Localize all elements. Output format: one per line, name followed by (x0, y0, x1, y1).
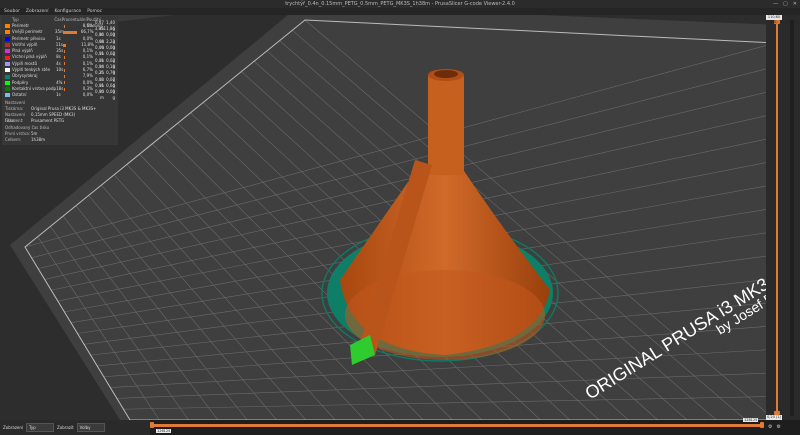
legend-item-bar (63, 68, 82, 72)
cog-icon[interactable]: ⚙ (776, 424, 780, 430)
legend-item-time: 1s (56, 92, 61, 98)
window-title: trychtýř_0.4n_0.15mm_PETG_0.5mm_PETG_MK3… (285, 1, 515, 7)
legend-item-bar (63, 81, 82, 85)
estimated-time-info: První vrstva: 5m Celkem: 1h38m (5, 131, 115, 143)
legend-swatch (5, 93, 10, 98)
menu-bar: Soubor Zobrazení Konfigurace Pomoc (0, 8, 800, 15)
legend-row[interactable]: Ostatní 1s 0,0% 0,00 m 0,00 g (5, 89, 115, 100)
window-controls: — ▢ ✕ (773, 0, 797, 8)
layer-slider-panel (766, 15, 800, 420)
view-type-label: Zobrazení (3, 425, 24, 430)
info-value: Prusament PETG (31, 117, 65, 123)
vertical-scrollbar[interactable] (790, 20, 794, 416)
menu-configuration[interactable]: Konfigurace (54, 8, 81, 15)
show-options-label: Zobrazit (57, 425, 74, 430)
maximize-icon[interactable]: ▢ (783, 0, 788, 8)
moves-slider-left-thumb[interactable] (150, 422, 154, 428)
legend-item-bar (63, 56, 82, 60)
legend-item-bar (62, 43, 81, 47)
legend-swatch (5, 43, 10, 48)
legend-item-grams: 0,00 g (106, 89, 115, 101)
close-icon[interactable]: ✕ (793, 0, 797, 8)
info-value: 1h38m (31, 136, 46, 142)
legend-item-bar (63, 49, 82, 53)
legend-swatch (5, 36, 10, 41)
menu-file[interactable]: Soubor (4, 8, 20, 15)
view-type-select[interactable]: Typ (26, 423, 55, 432)
legend-swatch (5, 61, 10, 66)
minimize-icon[interactable]: — (773, 0, 778, 8)
moves-slider-track[interactable] (152, 424, 764, 427)
funnel-spout (428, 75, 464, 175)
legend-swatch (5, 24, 10, 29)
legend-item-bar (63, 75, 82, 79)
moves-slider-min: 126125 (156, 429, 172, 433)
legend-item-bar (63, 87, 82, 91)
slider-icons: ⚙ ⚙ (768, 424, 781, 430)
legend-swatch (5, 55, 10, 60)
layer-bottom-value: 0,20 (1) (766, 415, 782, 420)
window-titlebar: trychtýř_0.4n_0.15mm_PETG_0.5mm_PETG_MK3… (0, 0, 800, 8)
legend-rows: Perimetr 8,6% 0,47 m 1,40 g Vnější perimetr 3… (5, 20, 115, 100)
legend-item-bar (64, 94, 82, 97)
legend-item-meters: 0,00 m (95, 89, 104, 101)
legend-swatch (5, 74, 10, 79)
info-row: Celkem: 1h38m (5, 137, 115, 143)
legend-item-name: Ostatní (12, 92, 27, 98)
menu-view[interactable]: Zobrazení (26, 8, 49, 15)
legend-swatch (5, 30, 10, 35)
legend-swatch (5, 68, 10, 73)
legend-swatch (5, 49, 10, 54)
menu-help[interactable]: Pomoc (87, 8, 102, 15)
moves-slider-value: 128125 (743, 418, 759, 422)
legend-swatch (5, 80, 10, 85)
legend-item-pct: 0,0% (82, 92, 93, 98)
bottom-toolbar: Zobrazení Typ Zobrazit Volby (0, 420, 150, 435)
layer-top-value: 110,60 (80) (766, 15, 782, 24)
legend-item-bar (62, 30, 81, 34)
legend-item-time: 10s (56, 67, 64, 73)
show-options-select[interactable]: Volby (76, 423, 105, 432)
legend-panel: Typ Čas Procentuální Použitý filament Pe… (2, 16, 118, 145)
info-key: Filament: (5, 117, 24, 123)
info-key: Celkem: (5, 136, 22, 142)
layer-slider-track[interactable] (776, 22, 778, 417)
cog-icon[interactable]: ⚙ (768, 424, 772, 430)
legend-swatch (5, 87, 10, 92)
moves-slider-right-thumb[interactable] (760, 422, 764, 428)
settings-info: Tiskárna: Original Prusa i3 MK3S & MK3S+ N… (5, 106, 115, 124)
legend-item-bar (64, 37, 82, 40)
legend-item-bar (63, 62, 82, 66)
info-row: Filament: Prusament PETG (5, 118, 115, 124)
legend-item-bar (63, 24, 82, 28)
